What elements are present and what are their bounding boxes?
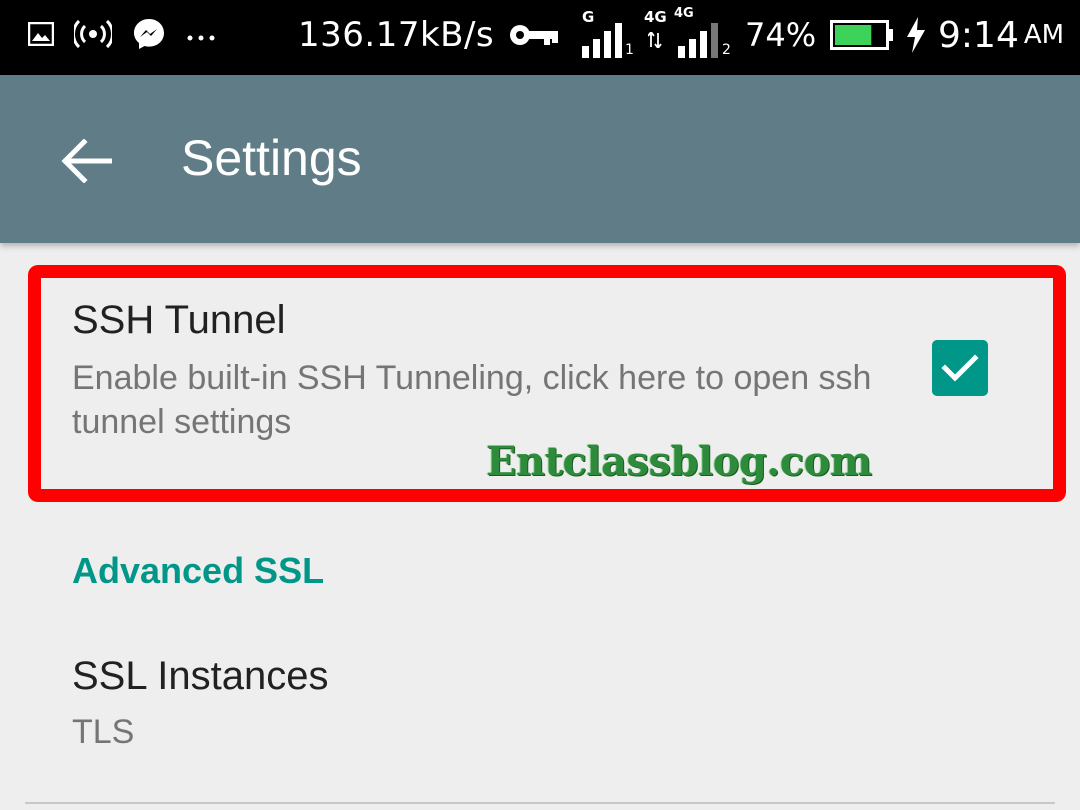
ssh-tunnel-title: SSH Tunnel xyxy=(72,298,286,342)
sim2-index: 2 xyxy=(722,42,731,58)
notification-icons xyxy=(27,14,216,58)
section-header-advanced-ssl: Advanced SSL xyxy=(72,550,325,591)
clock: 9:14 AM xyxy=(938,0,1064,70)
charging-icon xyxy=(905,0,927,70)
signal-icon: G 1 xyxy=(580,0,636,70)
ssl-instances-summary: TLS xyxy=(72,713,135,751)
ssh-tunnel-checkbox[interactable] xyxy=(932,340,988,396)
back-arrow-icon xyxy=(61,139,112,183)
status-bar: 136.17kB/s G 1 4G 4G 2 74% 9:14 AM xyxy=(0,0,1080,75)
hotspot-icon xyxy=(72,19,114,53)
check-icon xyxy=(941,354,979,382)
page-title: Settings xyxy=(181,130,362,186)
battery-icon xyxy=(830,0,894,70)
watermark-text: Entclassblog.com xyxy=(486,438,872,485)
sim2-network-label-b: 4G xyxy=(674,6,694,21)
clock-time: 9:14 xyxy=(938,14,1019,56)
back-button[interactable] xyxy=(48,123,124,199)
clock-ampm: AM xyxy=(1023,20,1065,50)
battery-percent: 74% xyxy=(745,16,817,54)
image-icon xyxy=(27,21,55,50)
screen: 136.17kB/s G 1 4G 4G 2 74% 9:14 AM Setti… xyxy=(0,0,1080,810)
signal-icon: 4G 4G 2 xyxy=(644,0,734,70)
more-icon xyxy=(186,27,216,46)
vpn-key-icon xyxy=(508,0,560,70)
divider xyxy=(25,802,1055,804)
sim1-index: 1 xyxy=(625,42,634,58)
sim2-network-label-a: 4G xyxy=(644,8,667,26)
app-bar: Settings xyxy=(0,75,1080,243)
messenger-icon xyxy=(132,17,166,55)
ssh-tunnel-summary: Enable built-in SSH Tunneling, click her… xyxy=(72,359,872,441)
ssl-instances-title: SSL Instances xyxy=(72,654,329,698)
network-speed: 136.17kB/s xyxy=(298,15,495,55)
